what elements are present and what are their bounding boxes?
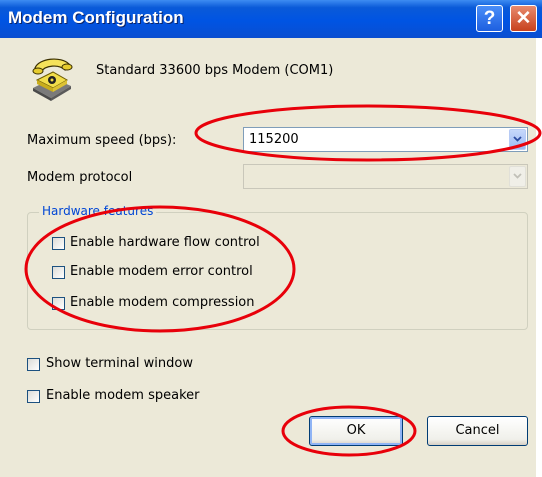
show-terminal-window-checkbox[interactable] xyxy=(27,358,40,371)
modem-error-control-label[interactable]: Enable modem error control xyxy=(70,264,253,279)
modem-protocol-dropdown-button[interactable] xyxy=(509,166,526,187)
modem-protocol-label: Modem protocol xyxy=(27,170,133,185)
hardware-flow-control-checkbox[interactable] xyxy=(52,237,65,250)
modem-error-control-checkbox[interactable] xyxy=(52,266,65,279)
modem-compression-checkbox[interactable] xyxy=(52,297,65,310)
help-icon: ? xyxy=(483,8,496,29)
close-icon: ✕ xyxy=(515,8,532,29)
max-speed-label: Maximum speed (bps): xyxy=(27,133,177,148)
max-speed-dropdown-button[interactable] xyxy=(509,129,526,150)
chevron-down-icon xyxy=(513,173,522,179)
enable-modem-speaker-label[interactable]: Enable modem speaker xyxy=(46,388,199,403)
enable-modem-speaker-checkbox[interactable] xyxy=(27,390,40,403)
modem-configuration-dialog: Modem Configuration ? ✕ Standard 33600 b… xyxy=(0,0,542,477)
hardware-features-title: Hardware features xyxy=(39,204,157,218)
close-button[interactable]: ✕ xyxy=(510,5,537,32)
show-terminal-window-label[interactable]: Show terminal window xyxy=(46,356,193,371)
title-bar: Modem Configuration ? ✕ xyxy=(0,0,542,38)
cancel-button[interactable]: Cancel xyxy=(427,416,528,446)
ok-button-label: OK xyxy=(346,423,366,438)
modem-name: Standard 33600 bps Modem (COM1) xyxy=(96,63,334,78)
window-edge xyxy=(536,38,542,477)
max-speed-select[interactable]: 115200 xyxy=(243,127,528,152)
cancel-button-label: Cancel xyxy=(455,423,500,438)
modem-compression-label[interactable]: Enable modem compression xyxy=(70,295,255,310)
help-button[interactable]: ? xyxy=(476,5,503,32)
hardware-flow-control-label[interactable]: Enable hardware flow control xyxy=(70,235,260,250)
dialog-title: Modem Configuration xyxy=(8,8,184,27)
ok-button[interactable]: OK xyxy=(309,416,403,446)
chevron-down-icon xyxy=(513,136,522,142)
modem-protocol-select[interactable] xyxy=(243,164,528,189)
max-speed-value: 115200 xyxy=(249,132,299,147)
telephone-modem-icon xyxy=(32,58,73,101)
